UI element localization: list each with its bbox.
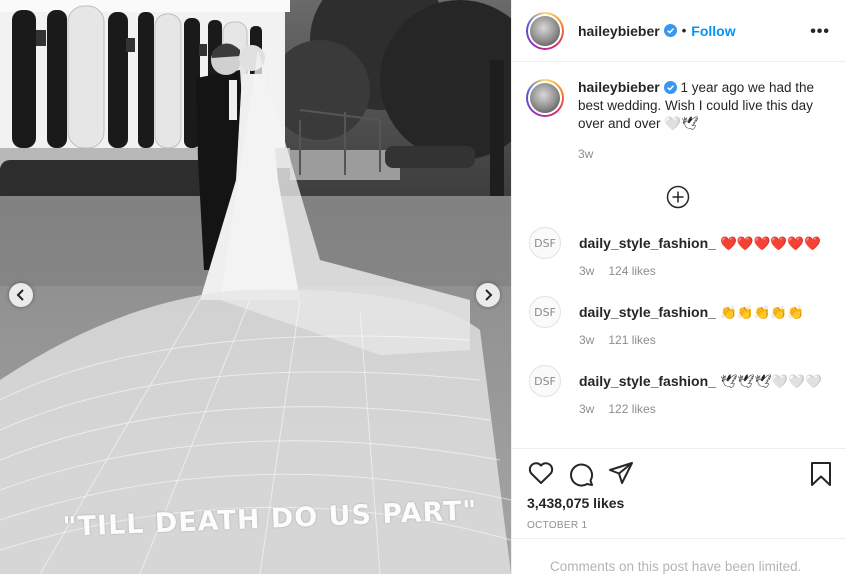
commenter-avatar[interactable]: DSF — [529, 227, 561, 259]
next-photo-button[interactable] — [476, 283, 500, 307]
comment-timestamp[interactable]: 3w — [579, 333, 594, 347]
author-username[interactable]: haileybieber — [578, 23, 660, 39]
comment-likes[interactable]: 122 likes — [608, 402, 655, 416]
comment-icon[interactable] — [568, 461, 594, 487]
post-caption: haileybieber 1 year ago we had the best … — [526, 78, 830, 163]
post-date[interactable]: OCTOBER 1 — [527, 520, 587, 531]
post-header: haileybieber • Follow ••• — [512, 0, 846, 62]
heart-icon[interactable] — [528, 461, 554, 485]
follow-button[interactable]: Follow — [691, 23, 735, 39]
caption-avatar[interactable] — [526, 79, 564, 117]
previous-photo-button[interactable] — [9, 283, 33, 307]
comment-timestamp[interactable]: 3w — [579, 264, 594, 278]
comments-list[interactable]: haileybieber 1 year ago we had the best … — [512, 62, 846, 448]
caption-timestamp[interactable]: 3w — [578, 145, 823, 163]
commenter-username[interactable]: daily_style_fashion_ — [579, 235, 716, 251]
comment-item: DSF daily_style_fashion_ 👏👏👏👏👏 3w 121 like… — [526, 296, 830, 347]
post-photo[interactable]: "TILL DEATH DO US PART" — [0, 0, 511, 574]
comment-text: ❤️❤️❤️❤️❤️❤️ — [719, 236, 821, 251]
verified-icon — [663, 81, 677, 94]
chevron-right-icon — [485, 289, 493, 301]
wedding-photo-image — [0, 0, 511, 574]
post-details-panel: haileybieber • Follow ••• haileybieber 1… — [511, 0, 846, 574]
load-more-comments[interactable] — [526, 185, 830, 209]
verified-icon — [663, 24, 677, 37]
bookmark-icon[interactable] — [810, 461, 832, 487]
comment-text: 🕊🕊🕊🤍🤍🤍 — [719, 374, 822, 389]
comment-likes[interactable]: 121 likes — [608, 333, 655, 347]
likes-count[interactable]: 3,438,075 likes — [527, 495, 624, 511]
comment-likes[interactable]: 124 likes — [608, 264, 655, 278]
commenter-username[interactable]: daily_style_fashion_ — [579, 304, 716, 320]
load-more-plus-icon[interactable] — [666, 185, 690, 209]
comments-limited-notice: Comments on this post have been limited. — [512, 538, 846, 574]
separator-dot: • — [681, 23, 687, 38]
comment-item: DSF daily_style_fashion_ ❤️❤️❤️❤️❤️❤️ 3w 1… — [526, 227, 830, 278]
commenter-username[interactable]: daily_style_fashion_ — [579, 373, 716, 389]
caption-username[interactable]: haileybieber — [578, 79, 660, 95]
comment-item: DSF daily_style_fashion_ 🕊🕊🕊🤍🤍🤍 3w 122 lik… — [526, 365, 830, 416]
more-icon[interactable]: ••• — [810, 23, 830, 41]
comment-text: 👏👏👏👏👏 — [719, 305, 804, 320]
commenter-avatar[interactable]: DSF — [529, 296, 561, 328]
share-icon[interactable] — [608, 461, 634, 485]
comment-timestamp[interactable]: 3w — [579, 402, 594, 416]
commenter-avatar[interactable]: DSF — [529, 365, 561, 397]
author-avatar[interactable] — [526, 11, 564, 50]
chevron-left-icon — [16, 289, 24, 301]
